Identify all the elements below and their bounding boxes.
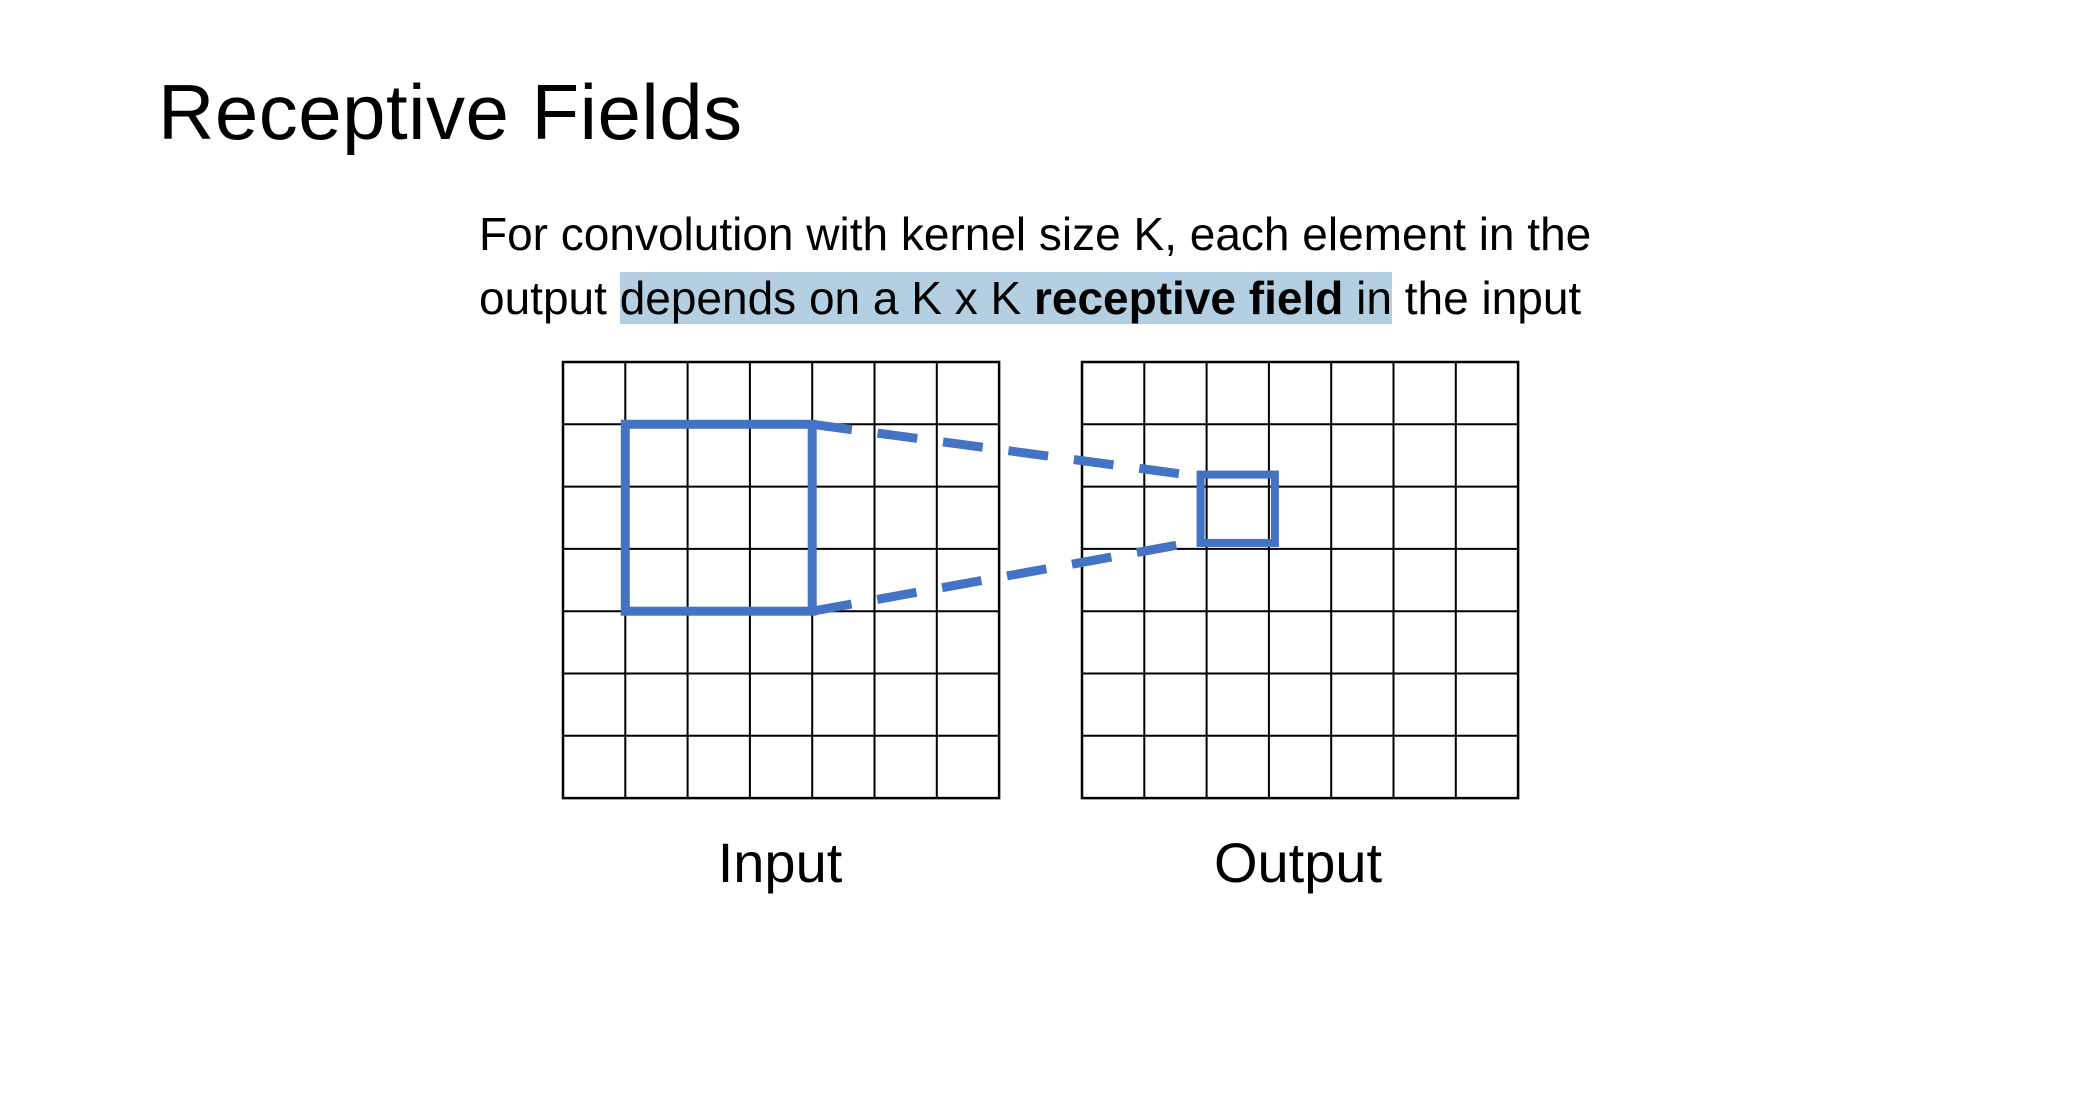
connector-line-bottom (811, 536, 1202, 616)
receptive-field-box (620, 419, 817, 616)
output-cell-box (1196, 470, 1279, 547)
connector-line-top (811, 419, 1202, 482)
output-caption: Output (1213, 831, 1383, 894)
output-grid (1080, 360, 1520, 800)
receptive-field-diagram (561, 360, 1520, 800)
connector-lines (811, 419, 1202, 616)
output-grid-border (1080, 360, 1520, 800)
input-caption: Input (717, 831, 843, 894)
